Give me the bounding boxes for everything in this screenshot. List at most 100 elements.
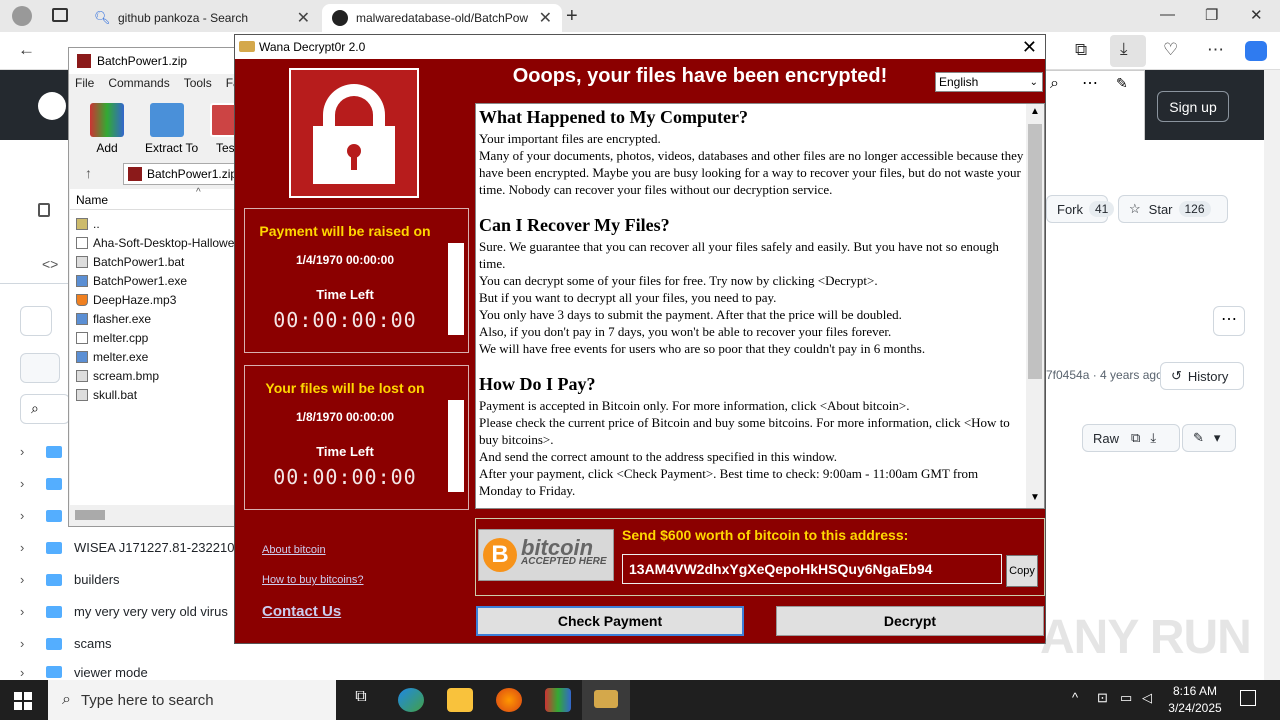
- downloads-button[interactable]: ⤓: [1110, 35, 1146, 67]
- edge-icon[interactable]: [398, 688, 424, 712]
- copy-button[interactable]: Copy: [1006, 555, 1038, 587]
- windows-start-icon[interactable]: [14, 692, 32, 710]
- tab-search[interactable]: 🔍︎ github pankoza - Search ✕: [84, 4, 320, 32]
- note-text: We will have free events for users who a…: [479, 341, 926, 356]
- network-icon[interactable]: ⊡: [1097, 690, 1108, 706]
- task-view-icon[interactable]: ⧉: [348, 688, 374, 712]
- wannacry-taskbar-button[interactable]: [582, 680, 630, 720]
- list-item[interactable]: Aha-Soft-Desktop-Hallowe: [76, 236, 234, 250]
- tree-item[interactable]: › scams: [20, 636, 112, 651]
- check-payment-button[interactable]: Check Payment: [476, 606, 744, 636]
- sidebar-toggle-icon[interactable]: [20, 306, 52, 336]
- menu-file[interactable]: File: [75, 76, 94, 90]
- language-select[interactable]: English ⌄: [935, 72, 1043, 92]
- countdown-clock: 00:00:00:00: [273, 308, 417, 332]
- list-item[interactable]: BatchPower1.bat: [76, 255, 184, 269]
- star-button[interactable]: ☆ Star 126: [1118, 195, 1228, 223]
- history-button[interactable]: ↺ History: [1160, 362, 1244, 390]
- taskbar-search[interactable]: ⌕ Type here to search: [48, 680, 336, 720]
- tab-actions-icon[interactable]: [52, 8, 68, 22]
- search-icon[interactable]: ⌕: [1050, 75, 1059, 93]
- tool-label: Extract To: [145, 141, 199, 155]
- branch-button[interactable]: [20, 353, 60, 383]
- list-item[interactable]: DeepHaze.mp3: [76, 293, 176, 307]
- extract-button[interactable]: Extract To: [145, 103, 198, 155]
- add-button[interactable]: Add: [87, 103, 127, 155]
- raise-date: 1/4/1970 00:00:00: [295, 253, 395, 267]
- files-lost-box: Your files will be lost on 1/8/1970 00:0…: [244, 365, 469, 510]
- page-scrollbar[interactable]: [1264, 70, 1280, 680]
- edit-button[interactable]: ✎ ▾: [1182, 424, 1236, 452]
- extensions-icon[interactable]: ♡: [1163, 40, 1178, 60]
- list-item[interactable]: skull.bat: [76, 388, 137, 402]
- code-icon[interactable]: <>: [42, 256, 58, 272]
- taskbar-clock[interactable]: 8:16 AM 3/24/2025: [1160, 683, 1230, 717]
- list-item[interactable]: melter.cpp: [76, 331, 148, 345]
- more-icon[interactable]: ⋯: [1207, 40, 1224, 60]
- file-name: skull.bat: [93, 388, 138, 402]
- list-item[interactable]: melter.exe: [76, 350, 148, 364]
- close-icon[interactable]: ✕: [539, 8, 552, 28]
- scroll-up-icon[interactable]: ▲: [1030, 106, 1040, 117]
- how-to-buy-link[interactable]: How to buy bitcoins?: [262, 574, 364, 586]
- more-icon[interactable]: ⋯: [1213, 306, 1245, 336]
- decrypt-button[interactable]: Decrypt: [776, 606, 1044, 636]
- list-item[interactable]: ..: [76, 217, 100, 231]
- vlc-icon: [76, 294, 88, 306]
- close-icon[interactable]: ✕: [297, 8, 310, 28]
- note-text: Please check the current price of Bitcoi…: [479, 415, 1010, 447]
- file-search-input[interactable]: ⌕: [20, 394, 70, 424]
- notifications-icon[interactable]: [1240, 690, 1256, 706]
- github-logo-icon[interactable]: [38, 92, 66, 120]
- volume-icon[interactable]: ◁: [1142, 690, 1152, 706]
- tree-item[interactable]: › viewer mode: [20, 666, 148, 678]
- tree-item[interactable]: ›: [20, 508, 74, 523]
- contact-us-link[interactable]: Contact Us: [262, 603, 341, 620]
- collections-icon[interactable]: ⧉: [1075, 40, 1087, 60]
- note-scrollbar[interactable]: ▲ ▼: [1026, 104, 1044, 508]
- tree-item[interactable]: › builders: [20, 572, 120, 587]
- menu-commands[interactable]: Commands: [108, 76, 169, 90]
- menu-tools[interactable]: Tools: [184, 76, 212, 90]
- raw-button[interactable]: Raw: [1093, 431, 1119, 446]
- list-item[interactable]: flasher.exe: [76, 312, 151, 326]
- restore-icon[interactable]: ❐: [1205, 6, 1218, 24]
- file-explorer-icon[interactable]: [447, 688, 473, 712]
- copilot-icon[interactable]: [1245, 41, 1267, 61]
- profile-avatar[interactable]: [12, 6, 32, 26]
- tree-item[interactable]: › my very very very old virus: [20, 604, 228, 619]
- close-window-icon[interactable]: ✕: [1250, 6, 1263, 24]
- note-text: And send the correct amount to the addre…: [479, 449, 838, 464]
- display-icon[interactable]: ▭: [1120, 690, 1132, 706]
- sort-icon: ^: [196, 187, 201, 198]
- column-name[interactable]: Name: [76, 193, 108, 207]
- firefox-icon[interactable]: [496, 688, 522, 712]
- up-icon[interactable]: ↑: [85, 165, 92, 181]
- scroll-thumb[interactable]: [1028, 124, 1042, 379]
- tree-item[interactable]: › WISEA J171227.81-232210: [20, 540, 234, 555]
- winrar-taskbar-icon[interactable]: [545, 688, 571, 712]
- close-icon[interactable]: ✕: [1022, 37, 1037, 58]
- back-icon[interactable]: ←: [18, 40, 35, 60]
- download-icon[interactable]: ⤓: [1150, 430, 1156, 446]
- commit-info[interactable]: 7f0454a · 4 years ago: [1046, 368, 1163, 382]
- chevron-up-icon[interactable]: ^: [1072, 690, 1078, 705]
- list-item[interactable]: BatchPower1.exe: [76, 274, 187, 288]
- file-icon: [76, 332, 88, 344]
- about-bitcoin-link[interactable]: About bitcoin: [262, 544, 326, 556]
- bitcoin-address-field[interactable]: 13AM4VW2dhxYgXeQepoHkHSQuy6NgaEb94: [622, 554, 1002, 584]
- fork-button[interactable]: Fork 41: [1046, 195, 1115, 223]
- scroll-down-icon[interactable]: ▼: [1030, 492, 1040, 503]
- list-item[interactable]: scream.bmp: [76, 369, 159, 383]
- tree-item[interactable]: ›: [20, 444, 74, 459]
- search-icon: 🔍︎: [94, 10, 111, 25]
- pin-icon[interactable]: ✎: [1116, 75, 1128, 92]
- new-tab-icon[interactable]: +: [566, 5, 578, 28]
- tab-github[interactable]: malwaredatabase-old/BatchPow ✕: [322, 4, 562, 32]
- minimize-icon[interactable]: —: [1160, 6, 1175, 23]
- path-field[interactable]: BatchPower1.zip: [123, 163, 239, 185]
- copy-icon[interactable]: ⧉: [1131, 430, 1140, 446]
- tree-item[interactable]: ›: [20, 476, 74, 491]
- sign-up-button[interactable]: Sign up: [1157, 91, 1229, 122]
- more-icon[interactable]: ⋯: [1082, 73, 1098, 93]
